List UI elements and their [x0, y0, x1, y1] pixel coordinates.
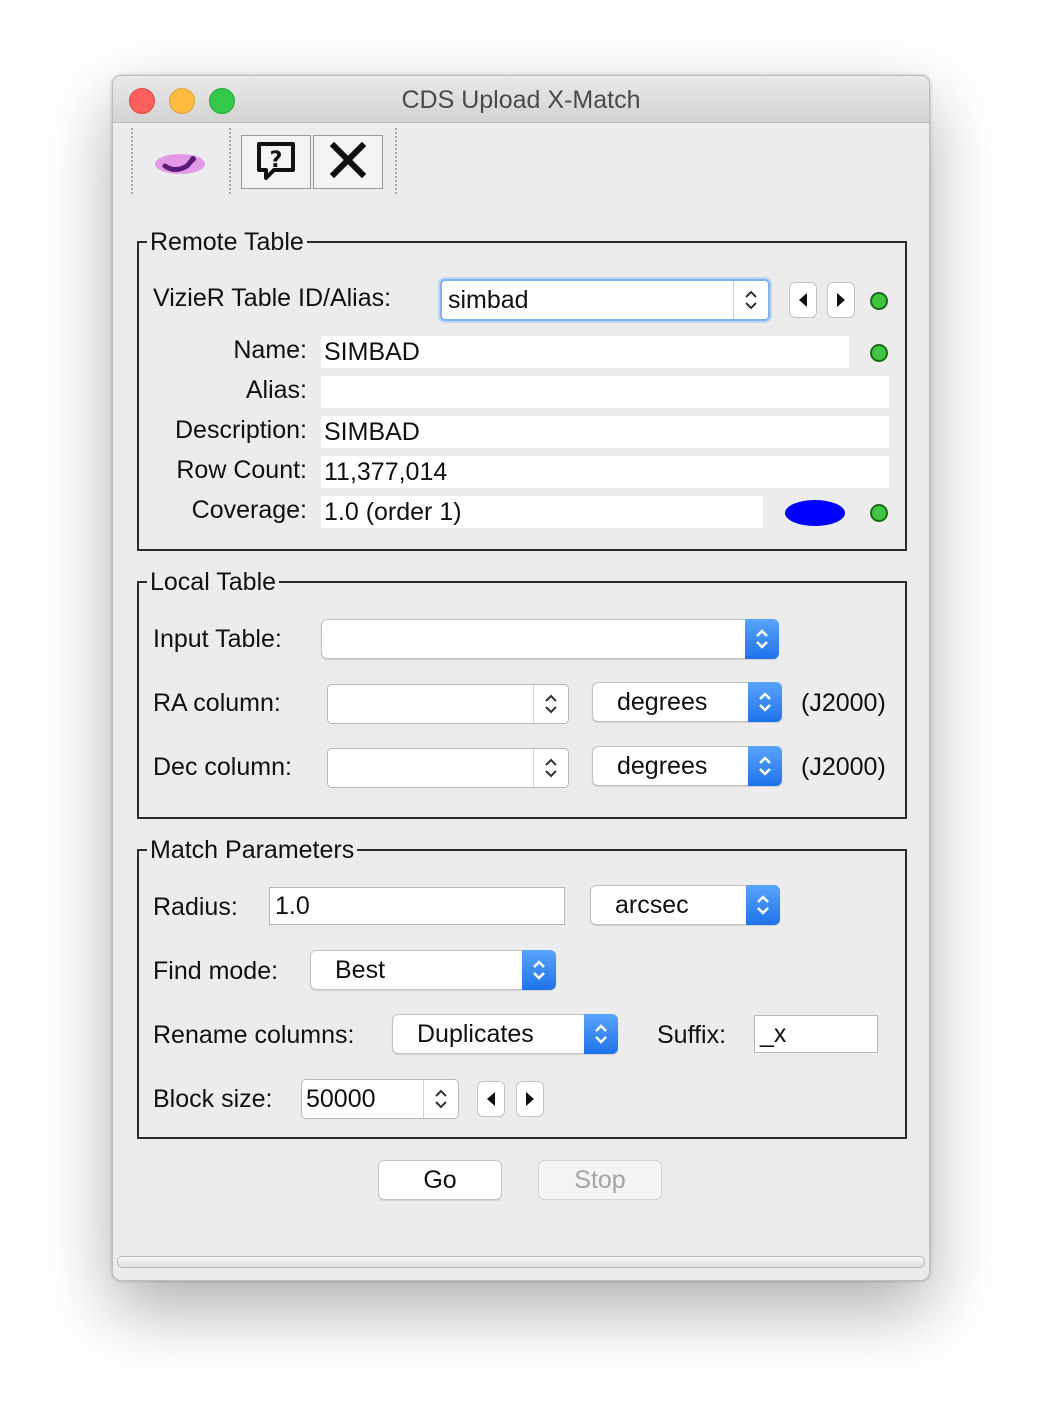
coverage-status-icon [870, 504, 888, 522]
rename-columns-select[interactable]: Duplicates [392, 1014, 618, 1054]
vizier-id-combo[interactable]: simbad [440, 279, 770, 321]
coverage-map-icon [785, 500, 845, 526]
chevron-updown-icon [748, 746, 782, 786]
dec-unit-value: degrees [617, 752, 708, 780]
match-parameters-legend: Match Parameters [147, 835, 358, 865]
right-arrow-icon [837, 293, 845, 307]
svg-text:?: ? [270, 148, 283, 173]
toolbar-grip [395, 128, 397, 194]
cds-logo-icon [153, 149, 207, 184]
remote-table-legend: Remote Table [147, 227, 307, 257]
find-mode-select[interactable]: Best [310, 950, 556, 990]
chevron-updown-icon [746, 885, 780, 925]
find-mode-value: Best [335, 956, 386, 984]
alias-field [321, 376, 889, 408]
close-icon [328, 140, 368, 185]
input-table-select[interactable] [321, 619, 779, 659]
local-table-legend: Local Table [147, 567, 280, 597]
previous-button[interactable] [789, 282, 817, 318]
vizier-id-label: VizieR Table ID/Alias: [153, 284, 392, 312]
dec-column-combo[interactable] [327, 748, 569, 788]
chevron-updown-icon [748, 682, 782, 722]
chevron-updown-icon [745, 619, 779, 659]
ra-unit-value: degrees [617, 688, 708, 716]
block-size-increase-button[interactable] [516, 1081, 544, 1117]
ra-unit-select[interactable]: degrees [592, 682, 782, 722]
block-size-spinner[interactable]: 50000 [301, 1079, 459, 1119]
toolbar: ? [113, 123, 929, 199]
ra-column-combo[interactable] [327, 684, 569, 724]
dec-unit-select[interactable]: degrees [592, 746, 782, 786]
close-window-button[interactable] [313, 135, 383, 189]
left-arrow-icon [487, 1092, 495, 1106]
row-count-label: Row Count: [176, 456, 307, 484]
radius-unit-select[interactable]: arcsec [590, 885, 780, 925]
up-down-chevron-icon[interactable] [733, 281, 768, 319]
right-arrow-icon [526, 1092, 534, 1106]
dec-epoch-label: (J2000) [801, 753, 886, 781]
help-button[interactable]: ? [241, 135, 311, 189]
name-status-icon [870, 344, 888, 362]
find-mode-label: Find mode: [153, 957, 279, 985]
coverage-field: 1.0 (order 1) [321, 496, 763, 528]
remote-table-group: Remote Table VizieR Table ID/Alias: simb… [137, 227, 907, 551]
stop-button[interactable]: Stop [538, 1160, 662, 1200]
name-field: SIMBAD [321, 336, 849, 368]
match-parameters-group: Match Parameters Radius: 1.0 arcsec Find… [137, 835, 907, 1139]
block-size-label: Block size: [153, 1085, 273, 1113]
block-size-value: 50000 [306, 1085, 376, 1113]
window-title: CDS Upload X-Match [401, 86, 641, 114]
chevron-updown-icon [522, 950, 556, 990]
rename-columns-label: Rename columns: [153, 1021, 355, 1049]
radius-unit-value: arcsec [615, 891, 689, 919]
vizier-id-value: simbad [448, 286, 529, 314]
suffix-input[interactable]: _x [754, 1015, 878, 1053]
toolbar-grip [229, 128, 231, 194]
local-table-group: Local Table Input Table: RA column: degr… [137, 567, 907, 819]
ra-epoch-label: (J2000) [801, 689, 886, 717]
title-bar: CDS Upload X-Match [113, 76, 929, 123]
rename-columns-value: Duplicates [417, 1020, 534, 1048]
dec-column-label: Dec column: [153, 753, 292, 781]
row-count-field: 11,377,014 [321, 456, 889, 488]
description-field: SIMBAD [321, 416, 889, 448]
up-down-chevron-icon[interactable] [533, 685, 568, 723]
up-down-chevron-icon[interactable] [533, 749, 568, 787]
block-size-decrease-button[interactable] [477, 1081, 505, 1117]
next-button[interactable] [827, 282, 855, 318]
left-arrow-icon [799, 293, 807, 307]
ra-column-label: RA column: [153, 689, 281, 717]
input-table-label: Input Table: [153, 625, 282, 653]
progress-bar [117, 1256, 925, 1268]
radius-input[interactable]: 1.0 [269, 887, 565, 925]
up-down-chevron-icon[interactable] [423, 1080, 458, 1118]
chevron-updown-icon [584, 1014, 618, 1054]
go-button[interactable]: Go [378, 1160, 502, 1200]
alias-label: Alias: [245, 376, 307, 404]
id-status-icon [870, 292, 888, 310]
description-label: Description: [175, 416, 307, 444]
toolbar-grip [131, 128, 133, 194]
suffix-label: Suffix: [657, 1021, 727, 1049]
name-label: Name: [233, 336, 307, 364]
help-icon: ? [254, 140, 298, 185]
radius-label: Radius: [153, 893, 238, 921]
coverage-label: Coverage: [191, 496, 307, 524]
cds-xmatch-window: CDS Upload X-Match ? Remote Table VizieR… [112, 75, 930, 1281]
